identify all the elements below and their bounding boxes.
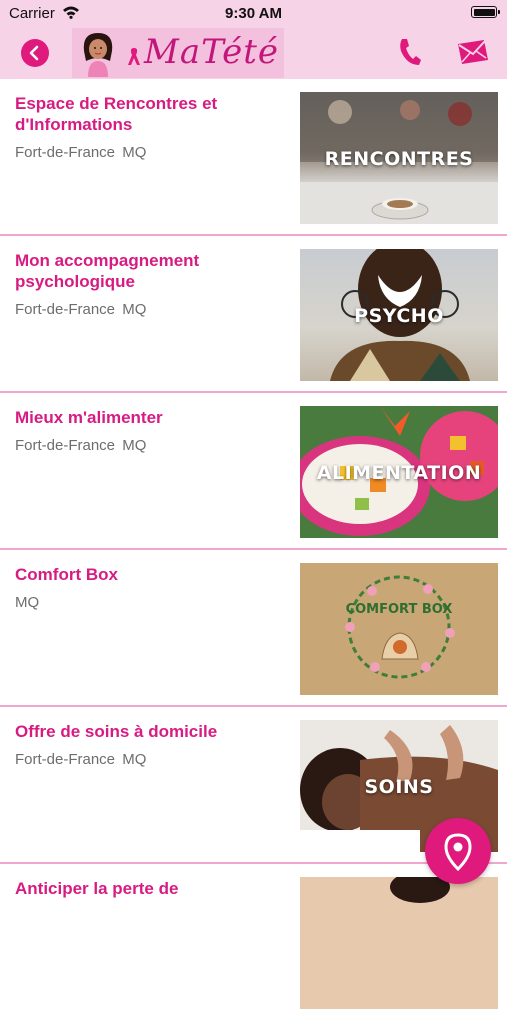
image-label: ALIMENTATION bbox=[316, 462, 482, 484]
comfort-box-logo: COMFORT BOX bbox=[345, 575, 455, 679]
chevron-left-icon bbox=[29, 45, 39, 61]
pink-ribbon-icon bbox=[128, 48, 140, 65]
list-item[interactable]: Espace de Rencontres et d'Informations F… bbox=[0, 79, 507, 236]
item-location: Fort-de-France MQ bbox=[15, 751, 147, 768]
item-image-psycho: PSYCHO bbox=[300, 249, 498, 381]
map-location-button[interactable] bbox=[425, 818, 491, 884]
image-label: PSYCHO bbox=[354, 305, 444, 327]
mail-icon[interactable] bbox=[456, 38, 490, 66]
status-bar: Carrier 9:30 AM bbox=[0, 0, 507, 26]
item-title: Offre de soins à domicile bbox=[15, 722, 218, 741]
item-title: Espace de Rencontres et d'Informations bbox=[15, 94, 218, 134]
list-item[interactable]: Anticiper la perte de bbox=[0, 864, 507, 1021]
item-location: Fort-de-France MQ bbox=[15, 437, 147, 454]
location-pin-icon bbox=[444, 833, 472, 871]
phone-icon[interactable] bbox=[397, 37, 421, 67]
item-location: Fort-de-France MQ bbox=[15, 301, 147, 318]
image-label: RENCONTRES bbox=[324, 148, 474, 170]
list-item[interactable]: Comfort Box MQ COMFORT BOX bbox=[0, 550, 507, 707]
list-item[interactable]: Mon accompagnement psychologique Fort-de… bbox=[0, 236, 507, 393]
item-image-rencontres: RENCONTRES bbox=[300, 92, 498, 224]
partial-image-graphic bbox=[390, 877, 450, 903]
item-title: Comfort Box bbox=[15, 565, 118, 584]
app-logo: MaTété bbox=[72, 28, 284, 78]
item-location: Fort-de-France MQ bbox=[15, 144, 147, 161]
activity-list: Espace de Rencontres et d'Informations F… bbox=[0, 79, 507, 1021]
status-time: 9:30 AM bbox=[225, 5, 282, 22]
item-title: Mon accompagnement psychologique bbox=[15, 251, 200, 291]
woman-illustration bbox=[83, 33, 113, 77]
comfort-box-logo-text: COMFORT BOX bbox=[346, 602, 453, 617]
item-image-comfort-box: COMFORT BOX bbox=[300, 563, 498, 695]
item-image-alimentation: ALIMENTATION bbox=[300, 406, 498, 538]
logo-wordmark: MaTété bbox=[144, 32, 280, 72]
back-button[interactable] bbox=[21, 39, 49, 67]
app-header: MaTété bbox=[0, 26, 507, 79]
image-label: SOINS bbox=[364, 776, 434, 798]
list-item[interactable]: Mieux m'alimenter Fort-de-France MQ ALIM… bbox=[0, 393, 507, 550]
item-location: MQ bbox=[15, 594, 40, 611]
item-title: Mieux m'alimenter bbox=[15, 408, 163, 427]
item-title: Anticiper la perte de bbox=[15, 879, 179, 898]
battery-icon bbox=[471, 6, 500, 18]
item-image-partial bbox=[300, 877, 498, 1009]
